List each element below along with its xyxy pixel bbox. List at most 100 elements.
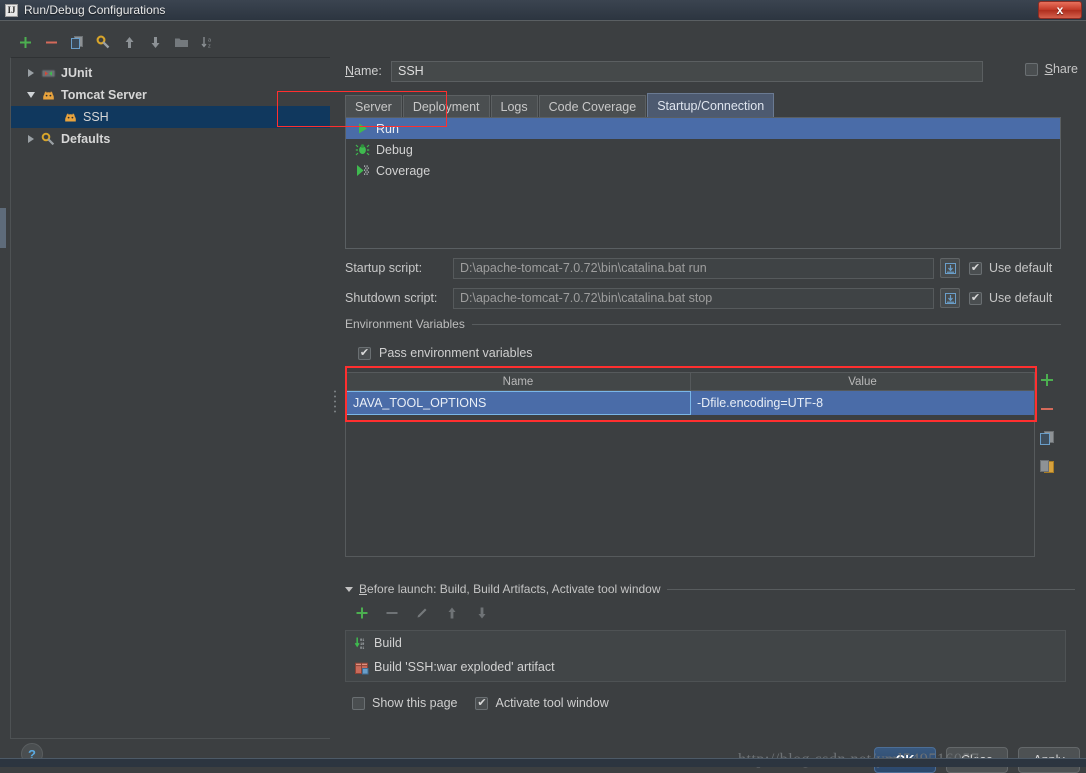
startup-use-default-wrap[interactable]: Use default: [969, 261, 1052, 275]
dialog-body: a z JUnit Tomcat Server SSH Defaults Name: …: [0, 20, 1086, 773]
task-up-icon[interactable]: [443, 604, 461, 622]
close-window-button[interactable]: x: [1038, 1, 1082, 19]
add-icon[interactable]: [16, 33, 34, 51]
folder-icon[interactable]: [172, 33, 190, 51]
tree-item-ssh[interactable]: SSH: [11, 106, 331, 128]
tomcat-icon: [63, 110, 78, 125]
configuration-tabs[interactable]: Server Deployment Logs Code Coverage Startup…: [345, 93, 1080, 117]
remove-icon[interactable]: [42, 33, 60, 51]
tab-deployment[interactable]: Deployment: [402, 95, 490, 117]
paste-env-icon[interactable]: [1038, 458, 1056, 476]
edit-task-icon[interactable]: [413, 604, 431, 622]
tab-startup-connection[interactable]: Startup/Connection: [647, 93, 775, 117]
startup-script-label: Startup script:: [345, 261, 423, 275]
run-mode-label: Coverage: [376, 163, 431, 178]
startup-script-row: Startup script: D:\apache-tomcat-7.0.72\…: [345, 257, 1052, 279]
env-value-cell[interactable]: -Dfile.encoding=UTF-8: [691, 391, 1034, 415]
insert-variable-icon[interactable]: [940, 258, 960, 278]
shutdown-use-default-wrap[interactable]: Use default: [969, 291, 1052, 305]
artifact-icon: [352, 660, 370, 675]
move-up-icon[interactable]: [120, 33, 138, 51]
option-label: Show this page: [372, 696, 458, 710]
run-mode-label: Debug: [376, 142, 413, 157]
before-launch-task-list[interactable]: 01 10 01 Build Build 'SSH:war exploded' arti…: [345, 630, 1066, 682]
before-launch-title: Before launch: Build, Build Artifacts, A…: [359, 582, 661, 596]
collapse-arrow-icon[interactable]: [23, 92, 39, 98]
run-mode-list[interactable]: Run Debug Coverage: [345, 117, 1061, 249]
copy-env-icon[interactable]: [1038, 429, 1056, 447]
tree-item-label: JUnit: [61, 66, 93, 80]
task-label: Build 'SSH:war exploded' artifact: [374, 660, 555, 674]
expand-arrow-icon[interactable]: [23, 69, 39, 77]
tree-item-label: SSH: [83, 110, 109, 124]
share-checkbox[interactable]: [1024, 62, 1038, 76]
show-this-page-checkbox[interactable]: Show this page: [352, 696, 457, 710]
shutdown-use-default-checkbox[interactable]: [969, 291, 982, 305]
configuration-editor-panel: Name: SSH Share Server Deployment Logs Code…: [340, 29, 1080, 741]
move-down-icon[interactable]: [146, 33, 164, 51]
share-label: Share: [1044, 62, 1078, 76]
pass-environment-variables-label: Pass environment variables: [379, 346, 533, 360]
window-title: Run/Debug Configurations: [24, 3, 166, 17]
group-divider: [471, 323, 1061, 325]
environment-variables-table[interactable]: Name Value JAVA_TOOL_OPTIONS -Dfile.enco…: [345, 372, 1035, 557]
add-env-icon[interactable]: [1038, 371, 1056, 389]
activate-tool-window-checkbox[interactable]: Activate tool window: [475, 696, 609, 710]
tree-item-tomcat-server[interactable]: Tomcat Server: [11, 84, 331, 106]
panel-splitter[interactable]: [330, 49, 340, 739]
pass-environment-variables-checkbox[interactable]: [358, 346, 371, 360]
collapse-triangle-icon[interactable]: [345, 586, 353, 592]
run-debug-configurations-window: IJ Run/Debug Configurations x a z JUnit …: [0, 0, 1086, 773]
expand-arrow-icon[interactable]: [23, 135, 39, 143]
coverage-icon: [354, 163, 370, 178]
run-mode-coverage[interactable]: Coverage: [346, 160, 1060, 181]
wrench-icon[interactable]: [94, 33, 112, 51]
task-label: Build: [374, 636, 402, 650]
tree-item-defaults[interactable]: Defaults: [11, 128, 331, 150]
environment-table-side-toolbar: [1032, 367, 1062, 477]
column-header-name: Name: [346, 373, 691, 390]
share-checkbox-wrap[interactable]: Share: [1024, 62, 1078, 76]
tomcat-icon: [41, 88, 56, 103]
environment-variables-title: Environment Variables: [345, 317, 465, 331]
run-icon: [354, 121, 370, 136]
startup-script-input[interactable]: D:\apache-tomcat-7.0.72\bin\catalina.bat…: [453, 257, 934, 279]
bottom-options: Show this page Activate tool window: [352, 696, 609, 710]
tab-server[interactable]: Server: [345, 95, 402, 117]
sort-alphabetically-icon[interactable]: a z: [198, 33, 216, 51]
remove-task-icon[interactable]: [383, 604, 401, 622]
splitter-grip: [333, 389, 337, 415]
table-row[interactable]: JAVA_TOOL_OPTIONS -Dfile.encoding=UTF-8: [346, 391, 1034, 415]
tab-code-coverage[interactable]: Code Coverage: [538, 95, 647, 117]
pass-environment-variables-wrap[interactable]: Pass environment variables: [358, 346, 1061, 360]
tab-logs[interactable]: Logs: [490, 95, 538, 117]
option-label: Activate tool window: [495, 696, 609, 710]
configurations-tree[interactable]: JUnit Tomcat Server SSH Defaults: [10, 57, 332, 739]
copy-icon[interactable]: [68, 33, 86, 51]
add-task-icon[interactable]: [353, 604, 371, 622]
before-launch-toolbar: [353, 604, 1075, 622]
window-bottom-strip: [0, 758, 1086, 767]
svg-text:01: 01: [360, 647, 364, 651]
list-item[interactable]: Build 'SSH:war exploded' artifact: [346, 655, 1065, 679]
insert-variable-icon[interactable]: [940, 288, 960, 308]
activate-tool-window-checkbox-box[interactable]: [475, 696, 489, 710]
tree-item-junit[interactable]: JUnit: [11, 62, 331, 84]
run-mode-run[interactable]: Run: [346, 118, 1060, 139]
build-icon: 01 10 01: [352, 636, 370, 651]
list-item[interactable]: 01 10 01 Build: [346, 631, 1065, 655]
before-launch-title-row[interactable]: Before launch: Build, Build Artifacts, A…: [345, 582, 1075, 596]
configurations-panel: a z JUnit Tomcat Server SSH Defaults: [6, 29, 336, 741]
name-label: Name:: [345, 64, 382, 78]
name-input[interactable]: SSH: [391, 60, 983, 82]
run-mode-debug[interactable]: Debug: [346, 139, 1060, 160]
shutdown-script-input[interactable]: D:\apache-tomcat-7.0.72\bin\catalina.bat…: [453, 287, 934, 309]
remove-env-icon[interactable]: [1038, 400, 1056, 418]
show-this-page-checkbox-box[interactable]: [352, 696, 365, 710]
env-name-cell[interactable]: JAVA_TOOL_OPTIONS: [346, 391, 691, 415]
startup-use-default-checkbox[interactable]: [969, 261, 982, 275]
tree-item-label: Defaults: [61, 132, 111, 146]
task-down-icon[interactable]: [473, 604, 491, 622]
name-row: Name: SSH: [345, 60, 1080, 82]
environment-variables-header: Name Value: [346, 373, 1034, 391]
